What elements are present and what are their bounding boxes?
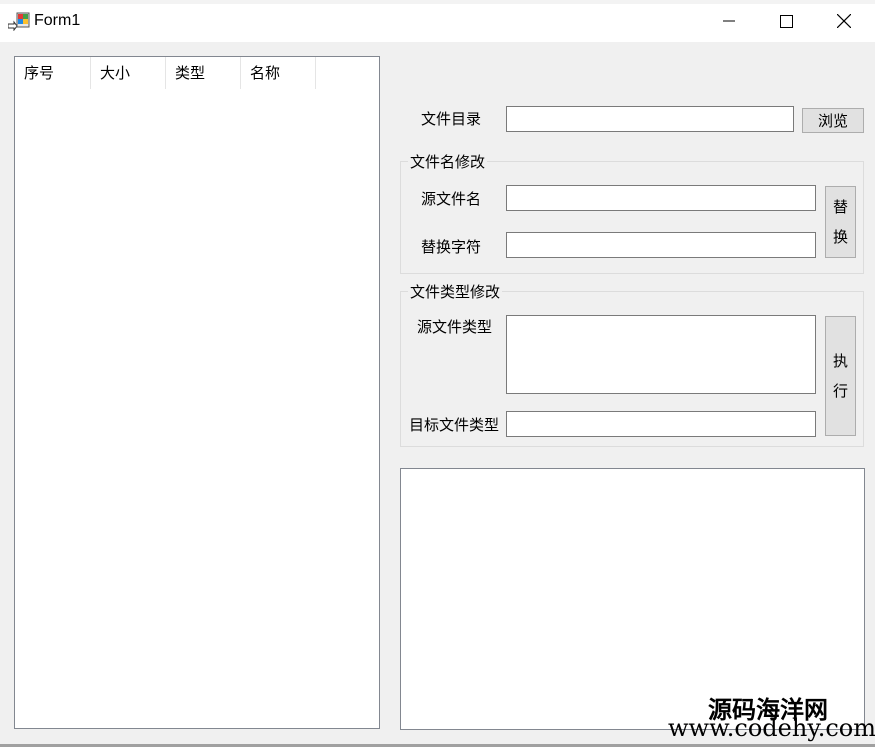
watermark-url: www.codehy.com <box>668 714 875 742</box>
source-type-label: 源文件类型 <box>417 318 493 336</box>
maximize-button[interactable] <box>757 0 815 42</box>
minimize-button[interactable] <box>700 0 758 42</box>
replace-chars-input[interactable] <box>506 232 816 258</box>
minimize-icon <box>723 20 735 22</box>
replace-button[interactable]: 替 换 <box>825 186 856 258</box>
window-title: Form1 <box>34 12 81 29</box>
execute-button-char-1: 执 <box>832 352 848 370</box>
column-header-name[interactable]: 名称 <box>241 57 316 89</box>
app-icon <box>8 12 30 31</box>
execute-button-char-2: 行 <box>832 382 848 400</box>
execute-button[interactable]: 执 行 <box>825 316 856 436</box>
replace-button-char-1: 替 <box>832 198 848 216</box>
browse-button[interactable]: 浏览 <box>802 108 864 133</box>
directory-label: 文件目录 <box>421 110 482 128</box>
close-button[interactable] <box>815 0 873 42</box>
column-header-size[interactable]: 大小 <box>91 57 166 89</box>
close-icon <box>837 14 851 28</box>
type-group-title: 文件类型修改 <box>408 281 503 302</box>
source-filename-input[interactable] <box>506 185 816 211</box>
replace-button-char-2: 换 <box>832 228 848 246</box>
directory-input[interactable] <box>506 106 794 132</box>
rename-group-title: 文件名修改 <box>408 151 488 172</box>
maximize-icon <box>779 14 793 28</box>
target-type-input[interactable] <box>506 411 816 437</box>
column-header-type[interactable]: 类型 <box>166 57 241 89</box>
source-filename-label: 源文件名 <box>421 190 482 208</box>
source-type-textarea[interactable] <box>506 315 816 394</box>
replace-chars-label: 替换字符 <box>421 238 482 256</box>
column-header-index[interactable]: 序号 <box>15 57 91 89</box>
target-type-label: 目标文件类型 <box>409 416 500 434</box>
file-list-view[interactable]: 序号 大小 类型 名称 <box>14 56 380 729</box>
